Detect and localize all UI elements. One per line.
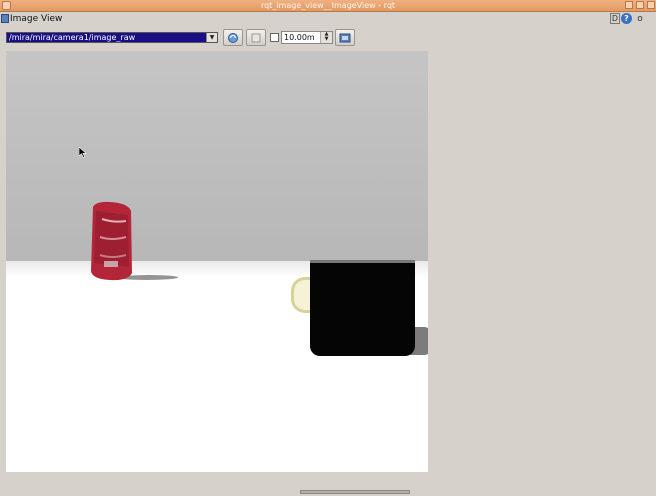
smooth-checkbox[interactable] xyxy=(270,33,279,42)
image-view-icon xyxy=(1,14,9,23)
screenshot-icon xyxy=(339,33,351,42)
mouse-cursor-icon xyxy=(79,147,87,158)
spin-arrows-icon[interactable]: ▲ ▼ xyxy=(320,32,332,43)
close-window-button[interactable] xyxy=(647,1,655,9)
pane-title: Image View xyxy=(10,14,63,24)
refresh-icon xyxy=(228,32,238,43)
chevron-down-icon[interactable]: ▼ xyxy=(206,33,217,42)
topic-dropdown[interactable]: /mira/mira/camera1/image_raw ▼ xyxy=(6,32,218,43)
camera-image[interactable] xyxy=(6,51,428,472)
mug-body xyxy=(310,261,415,356)
timeout-spinbox[interactable]: 10.00m ▲ ▼ xyxy=(281,31,333,44)
timeout-value: 10.00m xyxy=(284,33,315,42)
minimize-button[interactable] xyxy=(625,1,633,9)
save-image-button[interactable] xyxy=(246,29,266,46)
dock-button[interactable]: D xyxy=(610,13,620,24)
help-icon[interactable]: ? xyxy=(621,13,632,24)
window-title: rqt_image_view__ImageView - rqt xyxy=(260,1,396,10)
mug-rim xyxy=(310,260,415,263)
soda-can xyxy=(91,201,132,281)
scene-wall xyxy=(6,51,428,263)
refresh-topics-button[interactable] xyxy=(223,29,243,46)
window-titlebar[interactable]: rqt_image_view__ImageView - rqt xyxy=(0,0,656,12)
screenshot-button[interactable] xyxy=(335,29,355,46)
pane-header: Image View D ? o xyxy=(0,12,656,27)
save-icon xyxy=(251,33,261,42)
toolbar: /mira/mira/camera1/image_raw ▼ 10.00m ▲ ▼ xyxy=(0,29,656,47)
maximize-button[interactable] xyxy=(636,1,644,9)
close-pane-button[interactable]: o xyxy=(635,13,645,25)
topic-value: /mira/mira/camera1/image_raw xyxy=(9,33,136,42)
size-grip[interactable] xyxy=(300,490,410,494)
